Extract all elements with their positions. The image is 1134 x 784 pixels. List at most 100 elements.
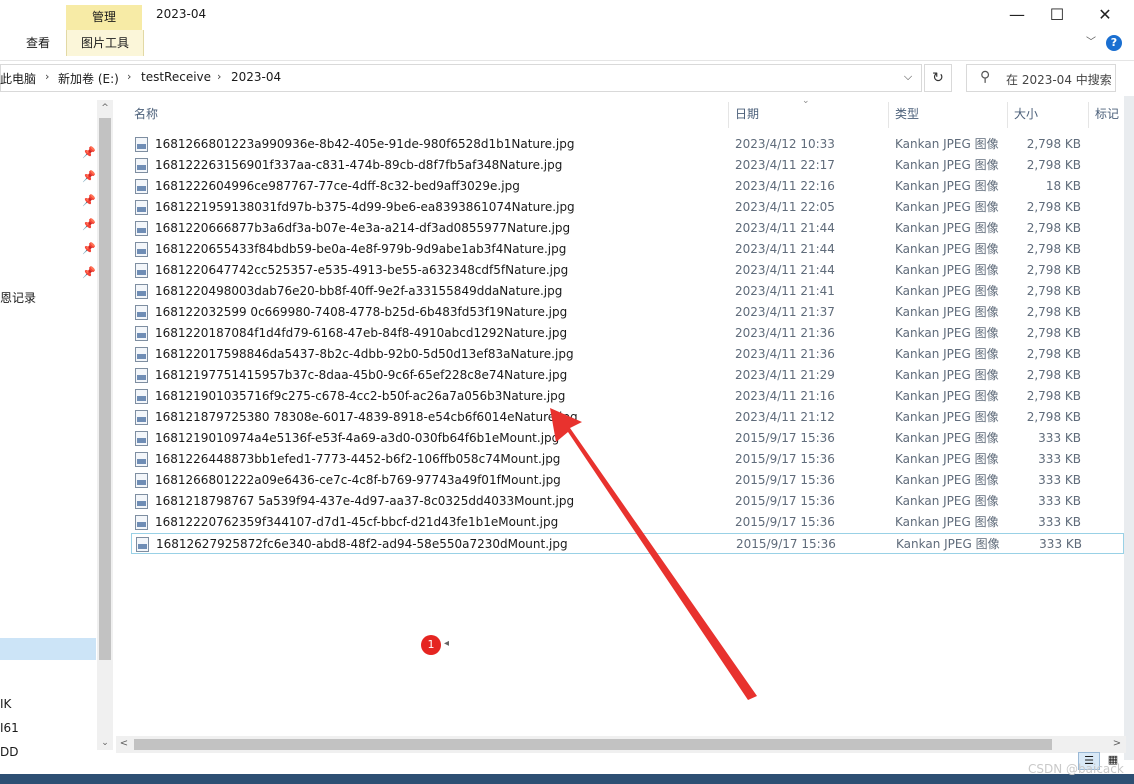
scroll-up-icon[interactable]: ^ [97,103,113,113]
file-date: 2023/4/11 21:36 [735,326,835,340]
nav-item[interactable]: DD [0,745,18,759]
file-date: 2015/9/17 15:36 [736,537,836,551]
jpeg-file-icon [135,347,148,362]
file-row[interactable]: 16812627925872fc6e340-abd8-48f2-ad94-58e… [131,533,1124,554]
file-name: 168121901035716f9c275-c678-4cc2-b50f-ac2… [155,389,566,403]
breadcrumb-current[interactable]: 2023-04 [231,70,281,84]
file-row[interactable]: 168121901035716f9c275-c678-4cc2-b50f-ac2… [131,386,1124,407]
column-header-name[interactable]: 名称 [134,100,158,130]
breadcrumb-testreceive[interactable]: testReceive [141,70,211,84]
file-row[interactable]: 1681221959138031fd97b-b375-4d99-9be6-ea8… [131,197,1124,218]
jpeg-file-icon [135,221,148,236]
file-row[interactable]: 1681220187084f1d4fd79-6168-47eb-84f8-491… [131,323,1124,344]
nav-item[interactable]: IK [0,697,11,711]
file-row[interactable]: 1681218798767 5a539f94-437e-4d97-aa37-8c… [131,491,1124,512]
file-name: 168122017598846da5437-8b2c-4dbb-92b0-5d5… [155,347,574,361]
file-row[interactable]: 168122263156901f337aa-c831-474b-89cb-d8f… [131,155,1124,176]
nav-item-history[interactable]: 恩记录 [0,289,36,306]
chevron-down-icon[interactable]: ﹀ [1084,36,1098,50]
jpeg-file-icon [135,494,148,509]
file-row[interactable]: 1681226448873bb1efed1-7773-4452-b6f2-106… [131,449,1124,470]
window-edge [1124,96,1134,760]
file-name: 168122032599 0c669980-7408-4778-b25d-6b4… [155,305,568,319]
file-name: 1681221959138031fd97b-b375-4d99-9be6-ea8… [155,200,575,214]
nav-scrollbar-thumb[interactable] [99,118,111,660]
file-name: 1681266801222a09e6436-ce7c-4c8f-b769-977… [155,473,561,487]
help-icon[interactable]: ? [1106,35,1122,51]
breadcrumb-this-pc[interactable]: 此电脑 [0,70,36,87]
file-size: 2,798 KB [1026,200,1081,214]
nav-item-selected[interactable] [0,638,96,660]
pin-icon[interactable]: 📌 [82,218,96,232]
breadcrumb-separator[interactable]: › [45,70,49,83]
caret-left-icon: ◂ [444,638,450,649]
address-bar[interactable] [0,64,922,92]
scroll-right-icon[interactable]: > [1110,738,1124,749]
file-size: 333 KB [1038,473,1081,487]
file-name: 16812197751415957b37c-8daa-45b0-9c6f-65e… [155,368,568,382]
file-date: 2015/9/17 15:36 [735,452,835,466]
file-row[interactable]: 1681222604996ce987767-77ce-4dff-8c32-bed… [131,176,1124,197]
column-header-date[interactable]: 日期 [735,100,759,130]
maximize-button[interactable]: ☐ [1034,0,1080,30]
pin-icon[interactable]: 📌 [82,266,96,280]
column-header-tags[interactable]: 标记 [1095,100,1119,130]
file-size: 333 KB [1038,515,1081,529]
file-row[interactable]: 1681266801222a09e6436-ce7c-4c8f-b769-977… [131,470,1124,491]
breadcrumb-separator[interactable]: › [127,70,131,83]
breadcrumb-separator[interactable]: › [217,70,221,83]
pin-icon[interactable]: 📌 [82,146,96,160]
file-row[interactable]: 168122032599 0c669980-7408-4778-b25d-6b4… [131,302,1124,323]
chevron-down-icon[interactable]: ⌵ [900,70,916,84]
jpeg-file-icon [135,179,148,194]
file-date: 2023/4/11 22:17 [735,158,835,172]
column-header-type[interactable]: 类型 [895,100,919,130]
file-name: 1681219010974a4e5136f-e53f-4a69-a3d0-030… [155,431,560,445]
breadcrumb-drive[interactable]: 新加卷 (E:) [58,70,119,87]
column-divider[interactable] [1007,102,1008,128]
file-name: 1681266801223a990936e-8b42-405e-91de-980… [155,137,575,151]
horizontal-scrollbar-thumb[interactable] [134,739,1052,750]
refresh-icon[interactable]: ↻ [924,64,952,92]
file-row[interactable]: 1681266801223a990936e-8b42-405e-91de-980… [131,134,1124,155]
scroll-down-icon[interactable]: ⌄ [97,738,113,748]
file-date: 2015/9/17 15:36 [735,515,835,529]
pin-icon[interactable]: 📌 [82,194,96,208]
jpeg-file-icon [135,305,148,320]
column-divider[interactable] [888,102,889,128]
file-row[interactable]: 1681220666877b3a6df3a-b07e-4e3a-a214-df3… [131,218,1124,239]
file-row[interactable]: 1681220647742cc525357-e535-4913-be55-a63… [131,260,1124,281]
file-type: Kankan JPEG 图像 [895,410,999,424]
file-size: 2,798 KB [1026,326,1081,340]
jpeg-file-icon [135,263,148,278]
column-divider[interactable] [728,102,729,128]
column-divider[interactable] [1088,102,1089,128]
file-size: 2,798 KB [1026,347,1081,361]
file-row[interactable]: 168122017598846da5437-8b2c-4dbb-92b0-5d5… [131,344,1124,365]
file-type: Kankan JPEG 图像 [895,326,999,340]
nav-item[interactable]: I61 [0,721,19,735]
pin-icon[interactable]: 📌 [82,170,96,184]
file-row[interactable]: 168121879725380 78308e-6017-4839-8918-e5… [131,407,1124,428]
file-row[interactable]: 16812197751415957b37c-8daa-45b0-9c6f-65e… [131,365,1124,386]
close-button[interactable]: ✕ [1082,0,1128,30]
file-row[interactable]: 16812220762359f344107-d7d1-45cf-bbcf-d21… [131,512,1124,533]
file-name: 1681218798767 5a539f94-437e-4d97-aa37-8c… [155,494,575,508]
file-size: 2,798 KB [1026,410,1081,424]
column-header-size[interactable]: 大小 [1014,100,1038,130]
file-date: 2015/9/17 15:36 [735,431,835,445]
file-row[interactable]: 1681220655433f84bdb59-be0a-4e8f-979b-9d9… [131,239,1124,260]
search-icon: ⚲ [980,69,991,85]
file-type: Kankan JPEG 图像 [896,537,1000,551]
tab-view[interactable]: 查看 [14,30,62,56]
file-date: 2023/4/11 22:05 [735,200,835,214]
jpeg-file-icon [135,200,148,215]
scroll-left-icon[interactable]: < [117,738,131,749]
file-type: Kankan JPEG 图像 [895,179,999,193]
tab-manage[interactable]: 管理 [66,5,142,30]
jpeg-file-icon [135,326,148,341]
pin-icon[interactable]: 📌 [82,242,96,256]
tab-picture-tools[interactable]: 图片工具 [66,30,144,56]
file-row[interactable]: 1681219010974a4e5136f-e53f-4a69-a3d0-030… [131,428,1124,449]
file-row[interactable]: 1681220498003dab76e20-bb8f-40ff-9e2f-a33… [131,281,1124,302]
